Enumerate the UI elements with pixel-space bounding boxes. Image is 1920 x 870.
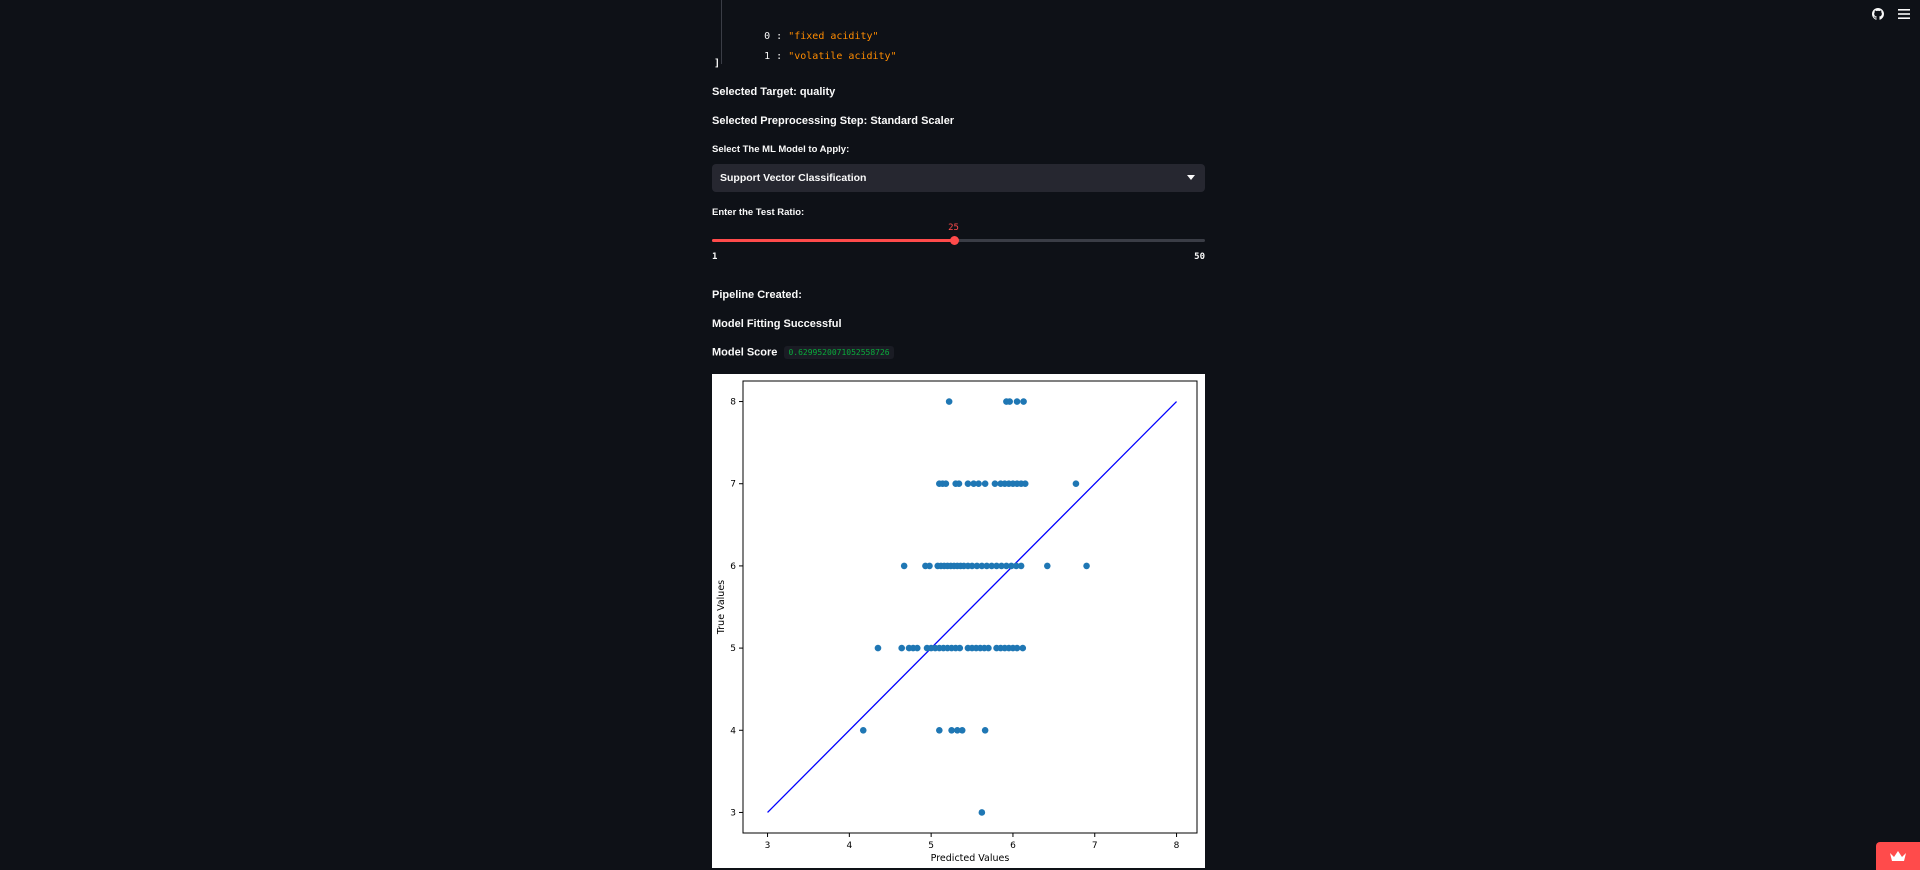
model-score-label: Model Score xyxy=(712,346,778,359)
y-tick-label: 7 xyxy=(730,480,736,490)
pipeline-created-text: Pipeline Created: xyxy=(712,289,802,301)
data-point xyxy=(1017,562,1025,570)
data-point xyxy=(945,398,953,405)
data-point xyxy=(898,644,905,652)
y-tick-label: 6 xyxy=(730,562,736,572)
slider-min-label: 1 xyxy=(712,252,718,262)
y-axis-label: True Values xyxy=(716,580,727,635)
x-tick-label: 8 xyxy=(1174,841,1180,851)
data-point xyxy=(985,644,992,652)
data-point xyxy=(1006,398,1013,405)
scatter-chart-svg: 3 4 5 6 7 8 3 4 5 6 7 8 Predicted Values True Values xyxy=(716,380,1198,864)
header-toolbar xyxy=(1870,6,1912,22)
slider-thumb[interactable] xyxy=(949,236,959,245)
x-tick-label: 6 xyxy=(1010,841,1016,851)
data-point xyxy=(1021,480,1029,488)
x-axis-label: Predicted Values xyxy=(931,853,1010,864)
data-point xyxy=(900,562,908,570)
data-point xyxy=(964,480,972,488)
x-tick-label: 5 xyxy=(928,841,934,851)
data-point xyxy=(948,726,955,734)
data-point xyxy=(955,480,963,488)
model-select-value: Support Vector Classification xyxy=(720,172,867,184)
data-point xyxy=(981,480,989,488)
test-ratio-label: Enter the Test Ratio: xyxy=(712,207,805,218)
data-point xyxy=(926,562,933,570)
data-point xyxy=(1044,562,1051,570)
test-ratio-value: 25 xyxy=(948,223,959,233)
model-fitting-text: Model Fitting Successful xyxy=(712,318,842,330)
deploy-button[interactable] xyxy=(1876,842,1920,870)
data-point xyxy=(958,726,966,734)
x-tick-label: 7 xyxy=(1092,841,1098,851)
json-item-1: 1 : "volatile acidity" xyxy=(764,51,897,62)
crown-icon xyxy=(1890,851,1906,861)
data-point xyxy=(859,726,867,734)
y-tick-label: 3 xyxy=(730,808,736,818)
data-point xyxy=(1020,398,1027,405)
data-point xyxy=(975,480,982,488)
data-point xyxy=(1013,398,1021,405)
selected-preprocessing-text: Selected Preprocessing Step: Standard Sc… xyxy=(712,115,955,127)
x-tick-label: 4 xyxy=(846,841,852,851)
github-icon[interactable] xyxy=(1870,6,1886,22)
hamburger-menu-icon[interactable] xyxy=(1896,6,1912,22)
test-ratio-slider[interactable] xyxy=(712,236,1205,245)
data-point xyxy=(913,644,921,652)
model-score-row: Model Score 0.6299520071052558726 xyxy=(712,346,894,359)
data-point xyxy=(978,809,986,816)
model-select-label: Select The ML Model to Apply: xyxy=(712,144,850,155)
data-point xyxy=(1013,644,1021,652)
json-preview: 0 : "fixed acidity" 1 : "volatile acidit… xyxy=(712,0,1205,72)
data-point xyxy=(956,644,964,652)
y-tick-label: 5 xyxy=(730,644,736,654)
data-point xyxy=(981,726,989,734)
model-score-value: 0.6299520071052558726 xyxy=(784,346,894,359)
selected-target-text: Selected Target: quality xyxy=(712,86,836,98)
data-point xyxy=(942,480,950,488)
data-point xyxy=(874,644,882,652)
data-point xyxy=(991,480,999,488)
slider-max-label: 50 xyxy=(1194,252,1205,262)
model-select[interactable]: Support Vector Classification xyxy=(712,164,1205,192)
scatter-chart: 3 4 5 6 7 8 3 4 5 6 7 8 Predicted Values True Values xyxy=(712,374,1205,868)
data-point xyxy=(1019,644,1027,652)
main-content: 0 : "fixed acidity" 1 : "volatile acidit… xyxy=(712,0,1205,868)
chevron-down-icon xyxy=(1187,175,1195,180)
x-tick-label: 3 xyxy=(765,841,771,851)
data-point xyxy=(1083,562,1090,570)
slider-fill xyxy=(712,239,954,242)
data-point xyxy=(936,726,943,734)
y-tick-label: 4 xyxy=(730,726,736,736)
y-tick-label: 8 xyxy=(730,398,736,408)
data-point xyxy=(1072,480,1080,488)
json-close-bracket: ] xyxy=(714,58,721,69)
json-indent-guide xyxy=(721,0,722,64)
